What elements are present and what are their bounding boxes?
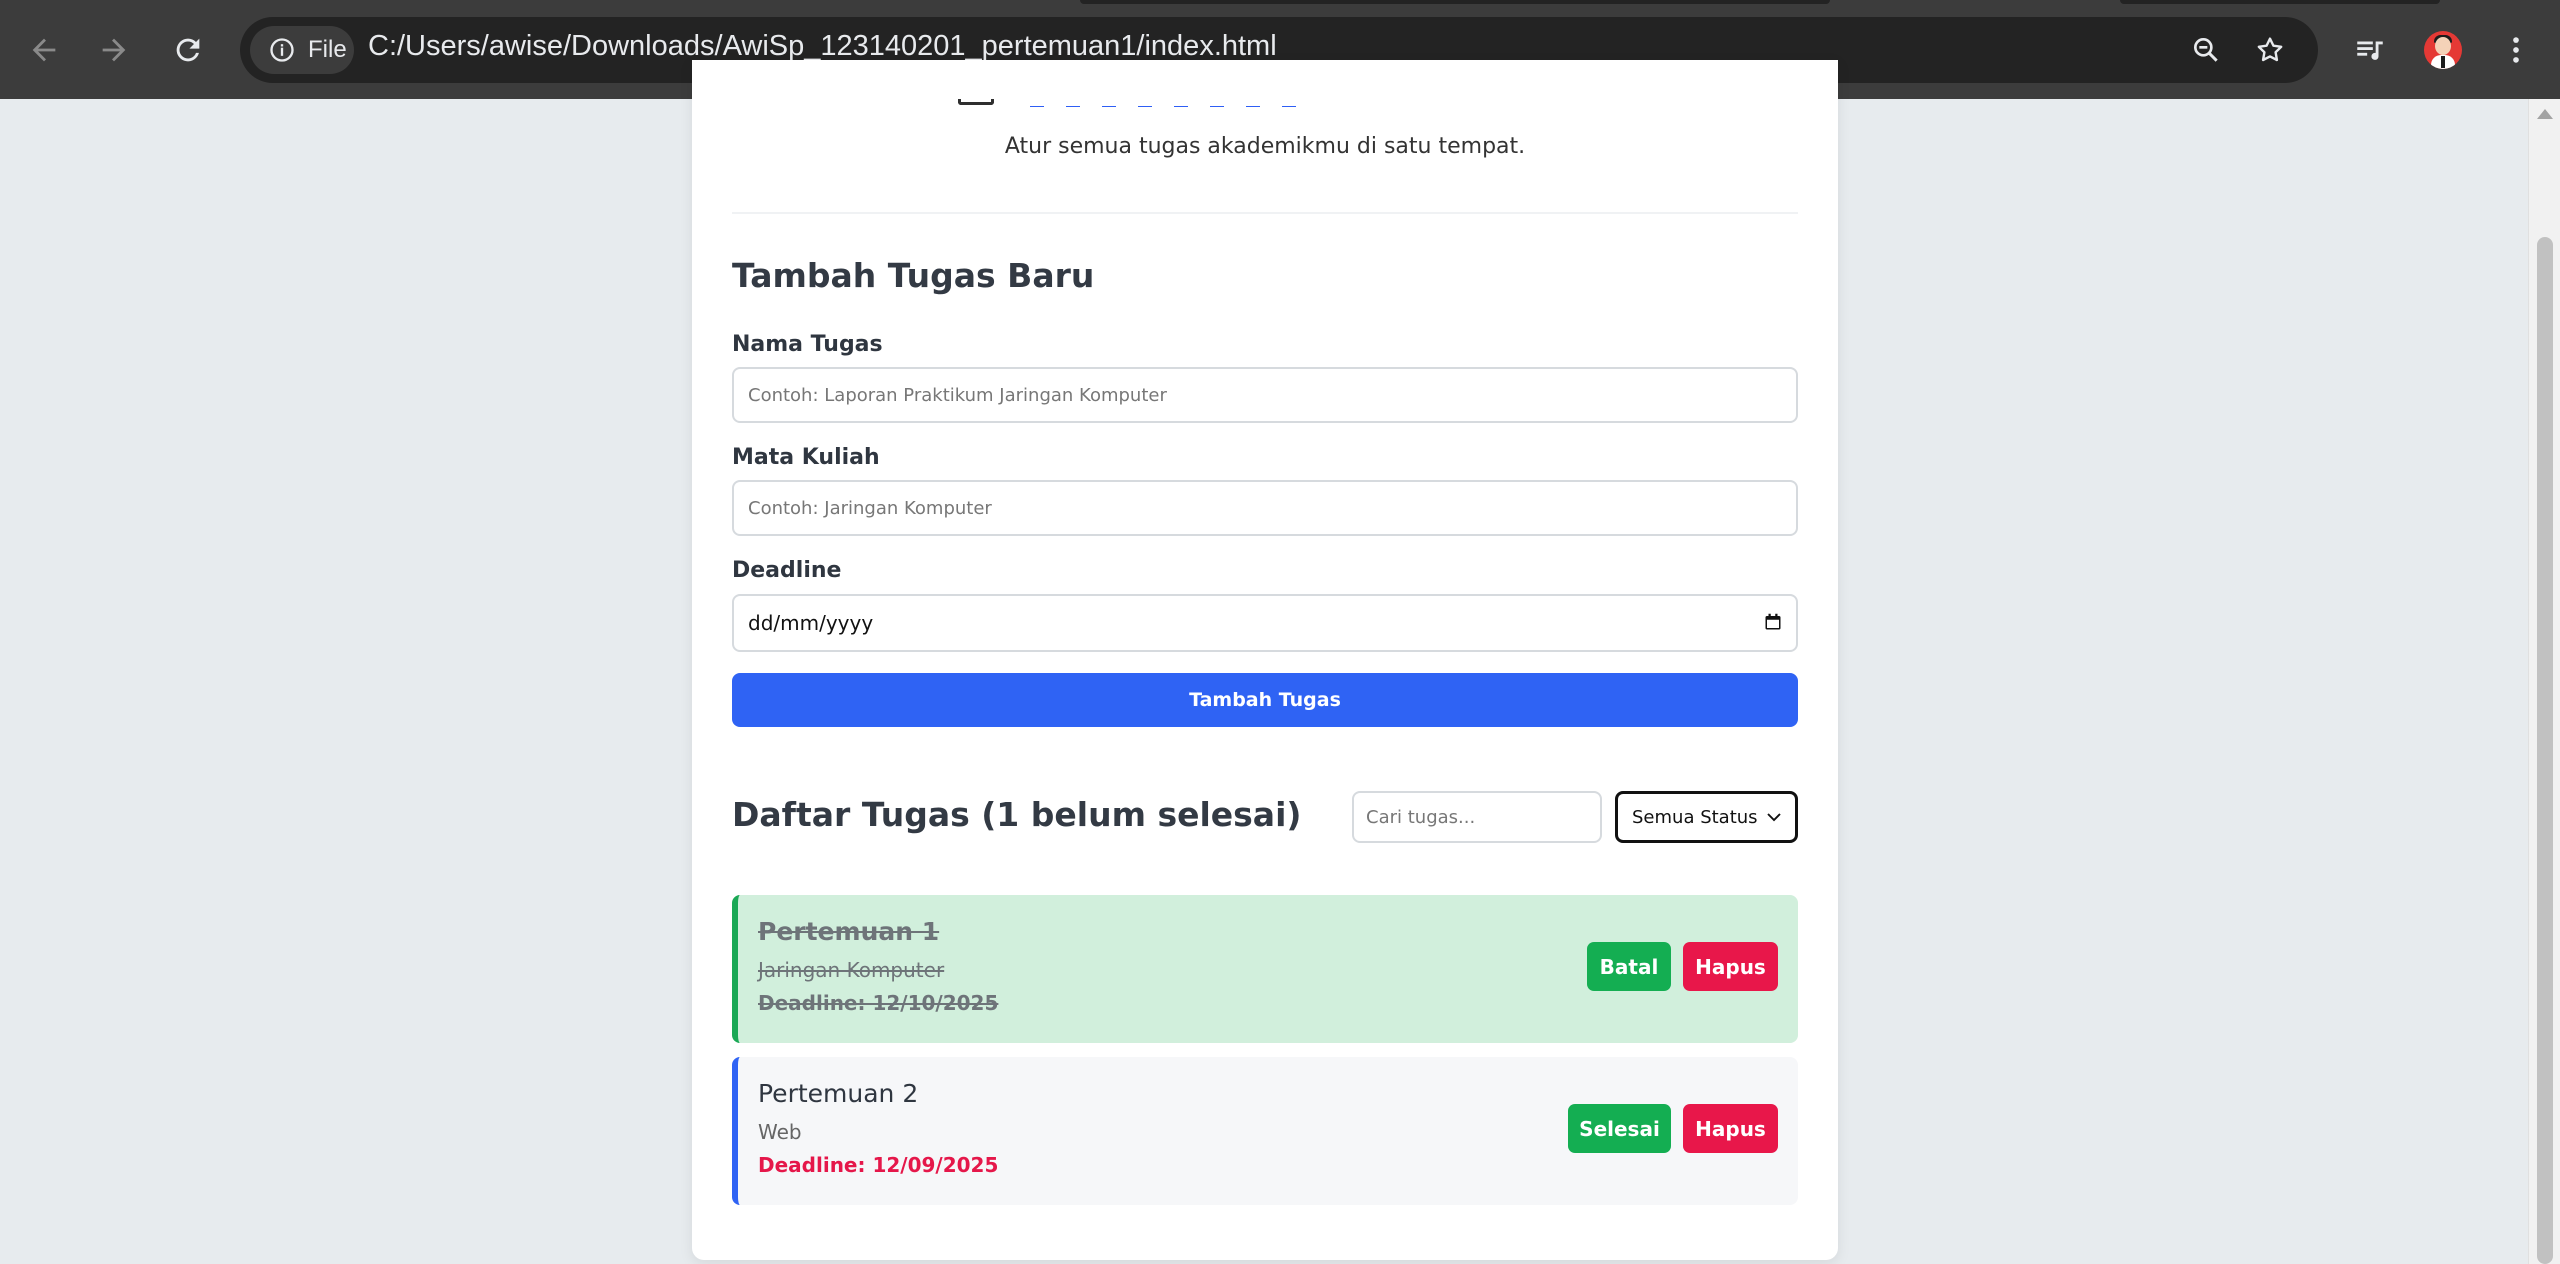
url-text[interactable]: C:/Users/awise/Downloads/AwiSp_123140201… [368,30,1277,63]
task-course: Jaringan Komputer [758,958,945,982]
media-control-button[interactable] [2344,24,2396,76]
task-list-title: Daftar Tugas (1 belum selesai) [732,795,1302,834]
site-info-pill[interactable]: File [250,26,354,74]
site-info-label: File [308,36,347,63]
status-filter-value: Semua Status [1632,806,1758,828]
playlist-icon [2357,41,2383,60]
task-item: Pertemuan 2 Web Deadline: 12/09/2025 Sel… [732,1057,1798,1205]
deadline-input[interactable]: dd/mm/yyyy [732,594,1798,652]
delete-task-button[interactable]: Hapus [1683,942,1778,991]
page-scrollbar[interactable] [2528,99,2560,1264]
undo-complete-button[interactable]: Batal [1587,942,1671,991]
form-title: Tambah Tugas Baru [732,256,1095,295]
deadline-placeholder: dd/mm/yyyy [748,611,874,635]
task-deadline: Deadline: 12/09/2025 [758,1153,999,1177]
back-button[interactable] [16,22,72,78]
zoom-icon [2194,37,2218,62]
tab-edge [2120,0,2440,4]
scroll-thumb[interactable] [2537,237,2553,1264]
app-logo-icon [958,99,994,105]
search-input[interactable] [1352,791,1602,843]
info-icon [270,38,294,62]
app-title-cutoff [1030,99,1380,107]
reload-button[interactable] [160,22,216,78]
task-item: Pertemuan 1 Jaringan Komputer Deadline: … [732,895,1798,1043]
add-task-button[interactable]: Tambah Tugas [732,673,1798,727]
zoom-button[interactable] [2186,30,2226,70]
header-divider [732,212,1798,214]
reload-icon [176,38,200,62]
task-course: Web [758,1120,802,1144]
profile-avatar[interactable] [2424,31,2462,69]
task-title: Pertemuan 1 [758,917,940,946]
course-input[interactable] [732,480,1798,536]
course-label: Mata Kuliah [732,445,880,470]
forward-button[interactable] [86,22,142,78]
more-vertical-icon [2513,37,2519,63]
scroll-up-arrow-icon[interactable] [2537,109,2553,119]
bookmark-button[interactable] [2250,30,2290,70]
chevron-down-icon [1767,813,1781,822]
task-name-label: Nama Tugas [732,332,883,357]
star-icon [2257,37,2283,62]
task-name-input[interactable] [732,367,1798,423]
calendar-icon[interactable] [1764,613,1782,631]
task-deadline: Deadline: 12/10/2025 [758,991,999,1015]
status-filter-select[interactable]: Semua Status [1615,791,1798,843]
arrow-left-icon [32,38,56,62]
browser-menu-button[interactable] [2490,24,2542,76]
complete-task-button[interactable]: Selesai [1568,1104,1671,1153]
task-title: Pertemuan 2 [758,1079,919,1108]
arrow-right-icon [102,38,126,62]
deadline-label: Deadline [732,558,842,583]
app-subtitle: Atur semua tugas akademikmu di satu temp… [1004,134,1526,159]
tab-edge [1080,0,1830,4]
delete-task-button[interactable]: Hapus [1683,1104,1778,1153]
